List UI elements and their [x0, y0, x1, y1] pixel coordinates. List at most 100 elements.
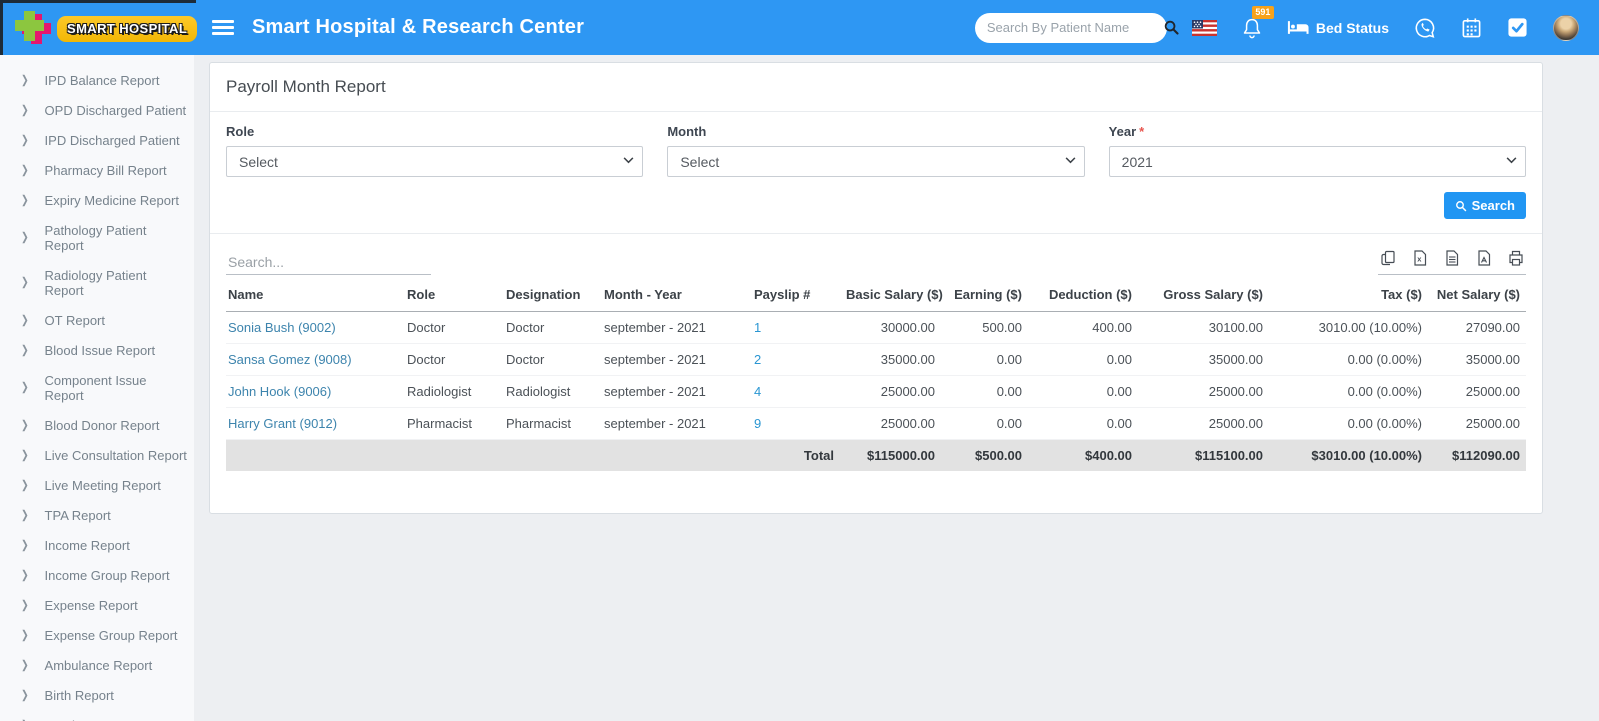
sidebar-item-birth-report[interactable]: ❯ Birth Report [0, 680, 194, 710]
payroll-report-card: Payroll Month Report Role Select Month S… [209, 62, 1543, 514]
csv-export-icon[interactable] [1444, 250, 1460, 266]
sidebar-item-live-meeting-report[interactable]: ❯ Live Meeting Report [0, 470, 194, 500]
column-header-earning[interactable]: Earning ($) [941, 277, 1028, 312]
sidebar-item-expense-group-report[interactable]: ❯ Expense Group Report [0, 620, 194, 650]
cell-net: 35000.00 [1428, 343, 1526, 376]
user-avatar[interactable] [1553, 14, 1579, 41]
chevron-right-icon: ❯ [21, 658, 29, 671]
month-select[interactable]: Select [667, 146, 1085, 177]
sidebar-item-income-group-report[interactable]: ❯ Income Group Report [0, 560, 194, 590]
sidebar-item-income-report[interactable]: ❯ Income Report [0, 530, 194, 560]
chevron-right-icon: ❯ [21, 380, 29, 394]
sidebar-item-ipd-discharged-patient[interactable]: ❯ IPD Discharged Patient [0, 125, 194, 155]
year-label: Year * [1108, 124, 1145, 139]
task-check-icon[interactable] [1507, 17, 1528, 38]
total-basic: $115000.00 [840, 439, 941, 471]
chevron-right-icon: ❯ [21, 508, 29, 521]
menu-icon[interactable] [212, 17, 234, 39]
payslip-link[interactable]: 4 [754, 384, 761, 399]
cell-role: Radiologist [401, 375, 500, 408]
column-header-month-year[interactable]: Month - Year [598, 277, 748, 312]
chevron-right-icon: ❯ [21, 73, 29, 86]
sidebar-item-tpa-report[interactable]: ❯ TPA Report [0, 500, 194, 530]
cell-net: 25000.00 [1428, 407, 1526, 440]
sidebar-item-radiology-patient-report[interactable]: ❯ Radiology Patient Report [0, 260, 194, 305]
column-header-designation[interactable]: Designation [500, 277, 598, 312]
employee-link[interactable]: John Hook (9006) [228, 384, 331, 399]
sidebar-item-live-consultation-report[interactable]: ❯ Live Consultation Report [0, 440, 194, 470]
cell-earning: 500.00 [941, 311, 1028, 344]
print-export-icon[interactable] [1508, 250, 1524, 266]
patient-search [974, 12, 1179, 43]
table-row: John Hook (9006) Radiologist Radiologist se… [226, 375, 1526, 408]
sidebar-item-expense-report[interactable]: ❯ Expense Report [0, 590, 194, 620]
page-title: Smart Hospital & Research Center [252, 16, 585, 38]
search-icon[interactable] [1163, 19, 1180, 36]
copy-export-icon[interactable] [1380, 250, 1396, 266]
sidebar-item-expiry-medicine-report[interactable]: ❯ Expiry Medicine Report [0, 185, 194, 215]
cell-designation: Doctor [500, 343, 598, 376]
column-header-deduction[interactable]: Deduction ($) [1028, 277, 1138, 312]
chevron-right-icon: ❯ [21, 568, 29, 581]
year-select[interactable]: 2021 [1108, 146, 1526, 177]
sidebar-item-component-issue-report[interactable]: ❯ Component Issue Report [0, 365, 194, 410]
employee-link[interactable]: Sonia Bush (9002) [228, 320, 336, 335]
cell-tax: 0.00 (0.00%) [1269, 343, 1428, 376]
table-search-input[interactable] [226, 250, 431, 275]
patient-search-input[interactable] [986, 20, 1163, 35]
cell-net: 25000.00 [1428, 375, 1526, 408]
sidebar-item-death-report[interactable]: ❯ Death Report [0, 710, 194, 721]
column-header-net-salary[interactable]: Net Salary ($) [1428, 277, 1526, 312]
cell-tax: 0.00 (0.00%) [1269, 407, 1428, 440]
bed-status-button[interactable]: Bed Status [1287, 20, 1389, 36]
payslip-link[interactable]: 9 [754, 416, 761, 431]
cell-deduction: 0.00 [1028, 343, 1138, 376]
chevron-right-icon: ❯ [21, 275, 29, 289]
cell-role: Doctor [401, 311, 500, 344]
chevron-right-icon: ❯ [21, 163, 29, 176]
cell-month_year: september - 2021 [598, 407, 748, 440]
column-header-tax[interactable]: Tax ($) [1269, 277, 1428, 312]
payslip-link[interactable]: 2 [754, 352, 761, 367]
sidebar-item-pharmacy-bill-report[interactable]: ❯ Pharmacy Bill Report [0, 155, 194, 185]
cell-gross: 35000.00 [1138, 343, 1269, 376]
column-header-payslip[interactable]: Payslip # [748, 277, 840, 312]
sidebar-item-ambulance-report[interactable]: ❯ Ambulance Report [0, 650, 194, 680]
bell-icon[interactable]: 591 [1242, 5, 1274, 39]
column-header-role[interactable]: Role [401, 277, 500, 312]
required-asterisk: * [1139, 124, 1145, 139]
sidebar-item-blood-issue-report[interactable]: ❯ Blood Issue Report [0, 335, 194, 365]
cell-earning: 0.00 [941, 407, 1028, 440]
column-header-gross-salary[interactable]: Gross Salary ($) [1138, 277, 1269, 312]
cell-month_year: september - 2021 [598, 311, 748, 344]
employee-link[interactable]: Harry Grant (9012) [228, 416, 337, 431]
chevron-right-icon: ❯ [21, 313, 29, 326]
payslip-link[interactable]: 1 [754, 320, 761, 335]
bed-status-label: Bed Status [1315, 19, 1389, 36]
app-logo[interactable]: SMART HOSPITAL [0, 0, 198, 55]
total-tax: $3010.00 (10.00%) [1269, 439, 1428, 471]
cell-basic: 35000.00 [840, 343, 941, 376]
cell-gross: 25000.00 [1138, 375, 1269, 408]
top-header: SMART HOSPITAL Smart Hospital & Research… [0, 0, 1599, 55]
employee-link[interactable]: Sansa Gomez (9008) [228, 352, 352, 367]
sidebar-item-blood-donor-report[interactable]: ❯ Blood Donor Report [0, 410, 194, 440]
calendar-icon[interactable] [1461, 17, 1482, 39]
role-select[interactable]: Select [226, 146, 644, 177]
pdf-export-icon[interactable] [1476, 250, 1492, 266]
us-flag-icon[interactable] [1191, 19, 1217, 36]
excel-export-icon[interactable]: x [1412, 250, 1428, 266]
sidebar-item-opd-discharged-patient[interactable]: ❯ OPD Discharged Patient [0, 95, 194, 125]
sidebar-item-ipd-balance-report[interactable]: ❯ IPD Balance Report [0, 65, 194, 95]
search-button[interactable]: Search [1443, 192, 1526, 219]
whatsapp-icon[interactable] [1414, 17, 1436, 39]
chevron-right-icon: ❯ [21, 688, 29, 701]
chevron-right-icon: ❯ [21, 598, 29, 611]
cell-role: Pharmacist [401, 407, 500, 440]
sidebar-item-pathology-patient-report[interactable]: ❯ Pathology Patient Report [0, 215, 194, 260]
hospital-plus-icon [15, 11, 51, 47]
cell-earning: 0.00 [941, 343, 1028, 376]
column-header-basic-salary[interactable]: Basic Salary ($) [840, 277, 943, 312]
sidebar-item-ot-report[interactable]: ❯ OT Report [0, 305, 194, 335]
column-header-name[interactable]: Name [226, 277, 401, 312]
